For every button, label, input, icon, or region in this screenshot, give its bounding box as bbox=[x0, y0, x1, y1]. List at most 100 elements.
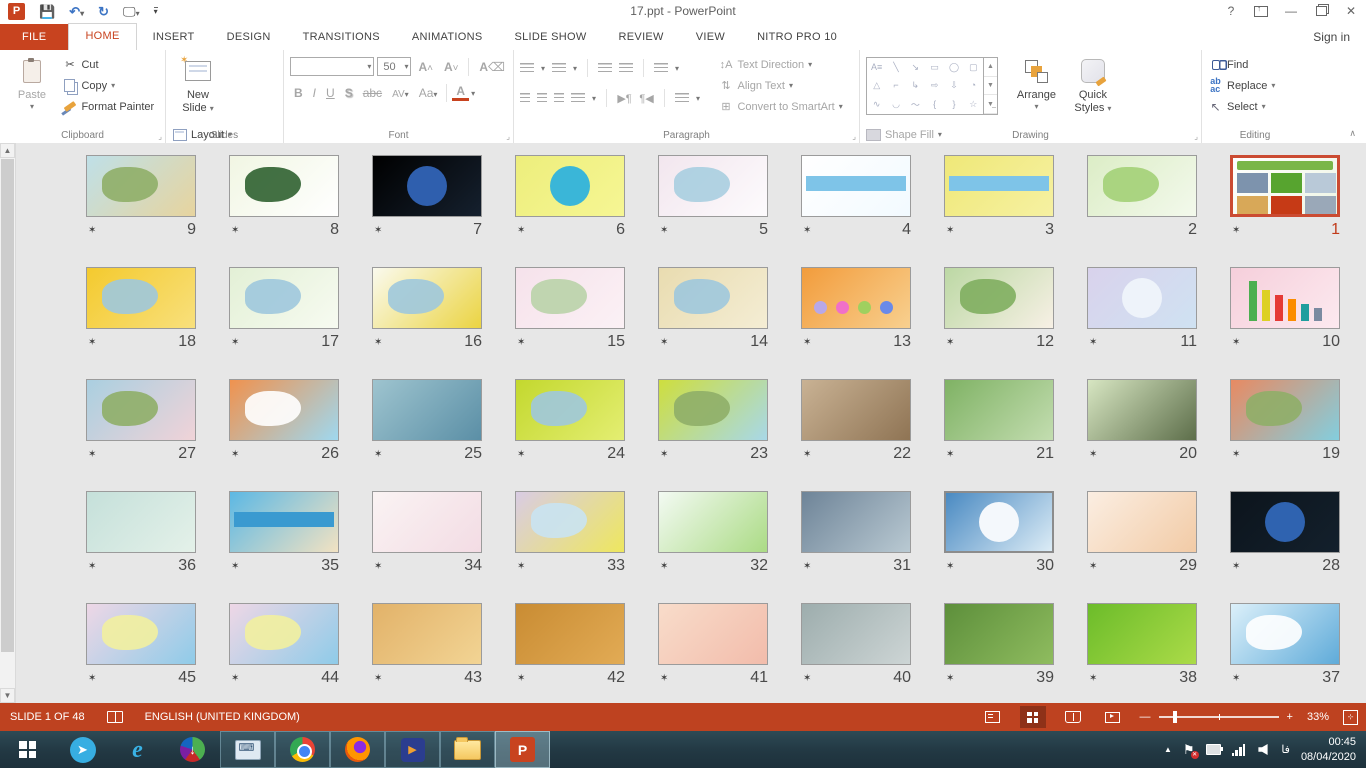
zoom-out-button[interactable]: — bbox=[1140, 711, 1151, 723]
tab-insert[interactable]: INSERT bbox=[137, 25, 211, 50]
right-to-left-icon[interactable]: ¶◀ bbox=[639, 92, 654, 105]
textbox-shape-icon[interactable]: A≡ bbox=[871, 62, 882, 72]
fit-slide-to-window-icon[interactable]: ⊹ bbox=[1343, 710, 1358, 725]
language-indicator[interactable]: ENGLISH (UNITED KINGDOM) bbox=[145, 711, 300, 723]
increase-indent-icon[interactable] bbox=[619, 63, 633, 73]
text-direction-button[interactable]: ↕A Text Direction▾ bbox=[718, 54, 842, 75]
new-slide-button[interactable]: New Slide ▾ bbox=[172, 54, 224, 124]
rounded-rectangle-shape-icon[interactable]: ▢ bbox=[969, 62, 978, 73]
slide-thumbnail-42[interactable] bbox=[515, 603, 625, 665]
bold-button[interactable]: B bbox=[290, 85, 307, 101]
align-right-icon[interactable] bbox=[554, 93, 564, 103]
minimize-button[interactable]: — bbox=[1276, 0, 1306, 22]
slide-thumbnail-24[interactable] bbox=[515, 379, 625, 441]
slide-thumbnail-30[interactable] bbox=[944, 491, 1054, 553]
format-painter-button[interactable]: Format Painter bbox=[62, 96, 154, 117]
cut-button[interactable]: ✂ Cut bbox=[62, 54, 154, 75]
ribbon-display-options-button[interactable] bbox=[1246, 0, 1276, 22]
paragraph-dialog-launcher-icon[interactable]: ⌟ bbox=[852, 132, 856, 141]
convert-to-smartart-button[interactable]: ⊞ Convert to SmartArt▾ bbox=[718, 96, 842, 117]
text-shadow-button[interactable]: S bbox=[341, 85, 357, 101]
arrange-button[interactable]: Arrange ▾ bbox=[1010, 54, 1062, 124]
scrollbar-thumb[interactable] bbox=[1, 159, 14, 652]
network-signal-icon[interactable] bbox=[1232, 744, 1246, 756]
shapes-scroll-down-icon[interactable]: ▼ bbox=[984, 77, 997, 96]
drawing-dialog-launcher-icon[interactable]: ⌟ bbox=[1194, 132, 1198, 141]
slide-thumbnail-31[interactable] bbox=[801, 491, 911, 553]
tab-view[interactable]: VIEW bbox=[680, 25, 741, 50]
tab-animations[interactable]: ANIMATIONS bbox=[396, 25, 499, 50]
slide-thumbnail-41[interactable] bbox=[658, 603, 768, 665]
spell-check-icon[interactable] bbox=[107, 711, 123, 723]
numbering-icon[interactable] bbox=[552, 63, 566, 73]
taskbar-file-explorer-button[interactable] bbox=[440, 731, 495, 768]
scribble-shape-icon[interactable]: ∿ bbox=[873, 99, 881, 110]
font-dialog-launcher-icon[interactable]: ⌟ bbox=[506, 132, 510, 141]
shapes-more-icon[interactable]: ▼̲ bbox=[984, 95, 997, 114]
italic-button[interactable]: I bbox=[309, 85, 320, 101]
undo-icon[interactable]: ↶▾ bbox=[69, 5, 84, 18]
slide-thumbnail-1[interactable] bbox=[1230, 155, 1340, 217]
slide-thumbnail-2[interactable] bbox=[1087, 155, 1197, 217]
tab-nitro-pro-10[interactable]: NITRO PRO 10 bbox=[741, 25, 853, 50]
line-shape-icon[interactable]: ╲ bbox=[893, 62, 898, 73]
action-center-flag-icon[interactable]: ⚑ bbox=[1183, 742, 1195, 758]
sign-in-link[interactable]: Sign in bbox=[1313, 30, 1366, 50]
taskbar-idm-button[interactable]: ↓ bbox=[165, 731, 220, 768]
slide-thumbnail-9[interactable] bbox=[86, 155, 196, 217]
clear-formatting-button[interactable]: A⌫ bbox=[475, 59, 509, 75]
slide-thumbnail-14[interactable] bbox=[658, 267, 768, 329]
slide-show-button[interactable] bbox=[1100, 706, 1126, 728]
slide-thumbnail-10[interactable] bbox=[1230, 267, 1340, 329]
find-button[interactable]: Find bbox=[1208, 54, 1304, 75]
volume-icon[interactable] bbox=[1259, 744, 1269, 755]
font-name-combo[interactable]: ▾ bbox=[290, 57, 374, 76]
slide-thumbnail-35[interactable] bbox=[229, 491, 339, 553]
pie-shape-icon[interactable]: ◔ bbox=[971, 80, 976, 90]
columns-icon[interactable] bbox=[675, 93, 689, 103]
close-button[interactable]: ✕ bbox=[1336, 0, 1366, 22]
align-text-button[interactable]: ⇅ Align Text▾ bbox=[718, 75, 842, 96]
justify-icon[interactable] bbox=[571, 93, 585, 103]
slide-thumbnail-12[interactable] bbox=[944, 267, 1054, 329]
down-arrow-shape-icon[interactable]: ⇩ bbox=[950, 80, 958, 91]
clipboard-dialog-launcher-icon[interactable]: ⌟ bbox=[158, 132, 162, 141]
paste-button[interactable]: Paste ▾ bbox=[6, 54, 58, 124]
font-color-button[interactable]: A bbox=[452, 85, 469, 101]
slide-thumbnail-20[interactable] bbox=[1087, 379, 1197, 441]
taskbar-firefox-button[interactable] bbox=[330, 731, 385, 768]
shapes-gallery[interactable]: A≡╲↘▭◯▢△⌐↳⇨⇩◔∿◡〜{}☆ bbox=[866, 57, 984, 115]
slide-thumbnail-40[interactable] bbox=[801, 603, 911, 665]
slide-thumbnail-45[interactable] bbox=[86, 603, 196, 665]
zoom-slider[interactable] bbox=[1159, 716, 1279, 718]
increase-font-size-button[interactable]: A˄ bbox=[414, 59, 437, 75]
decrease-indent-icon[interactable] bbox=[598, 63, 612, 73]
slide-thumbnail-36[interactable] bbox=[86, 491, 196, 553]
slide-thumbnail-39[interactable] bbox=[944, 603, 1054, 665]
slide-thumbnail-27[interactable] bbox=[86, 379, 196, 441]
star-shape-icon[interactable]: ☆ bbox=[969, 99, 977, 110]
copy-button[interactable]: Copy▾ bbox=[62, 75, 154, 96]
customize-qat-icon[interactable]: ▾ bbox=[154, 7, 158, 16]
slide-thumbnail-43[interactable] bbox=[372, 603, 482, 665]
taskbar-powerpoint-button[interactable]: P bbox=[495, 731, 550, 768]
slide-thumbnail-18[interactable] bbox=[86, 267, 196, 329]
slide-thumbnail-22[interactable] bbox=[801, 379, 911, 441]
font-size-combo[interactable]: 50▾ bbox=[377, 57, 411, 76]
select-button[interactable]: ↖ Select▾ bbox=[1208, 96, 1304, 117]
taskbar-media-player-button[interactable]: ▶ bbox=[385, 731, 440, 768]
elbow-connector-shape-icon[interactable]: ⌐ bbox=[893, 80, 898, 90]
help-button[interactable]: ? bbox=[1216, 0, 1246, 22]
slide-thumbnail-7[interactable] bbox=[372, 155, 482, 217]
slide-thumbnail-32[interactable] bbox=[658, 491, 768, 553]
input-language-indicator[interactable]: فا bbox=[1281, 743, 1290, 756]
vertical-scrollbar[interactable]: ▲ ▼ bbox=[0, 143, 16, 703]
tray-expand-icon[interactable]: ▲ bbox=[1164, 745, 1172, 754]
right-arrow-shape-icon[interactable]: ⇨ bbox=[931, 80, 939, 91]
slide-thumbnail-19[interactable] bbox=[1230, 379, 1340, 441]
redo-icon[interactable]: ↻ bbox=[98, 5, 109, 18]
slide-thumbnail-34[interactable] bbox=[372, 491, 482, 553]
slide-thumbnail-21[interactable] bbox=[944, 379, 1054, 441]
start-from-beginning-icon[interactable]: 🖵▾ bbox=[123, 5, 140, 18]
tab-transitions[interactable]: TRANSITIONS bbox=[287, 25, 396, 50]
